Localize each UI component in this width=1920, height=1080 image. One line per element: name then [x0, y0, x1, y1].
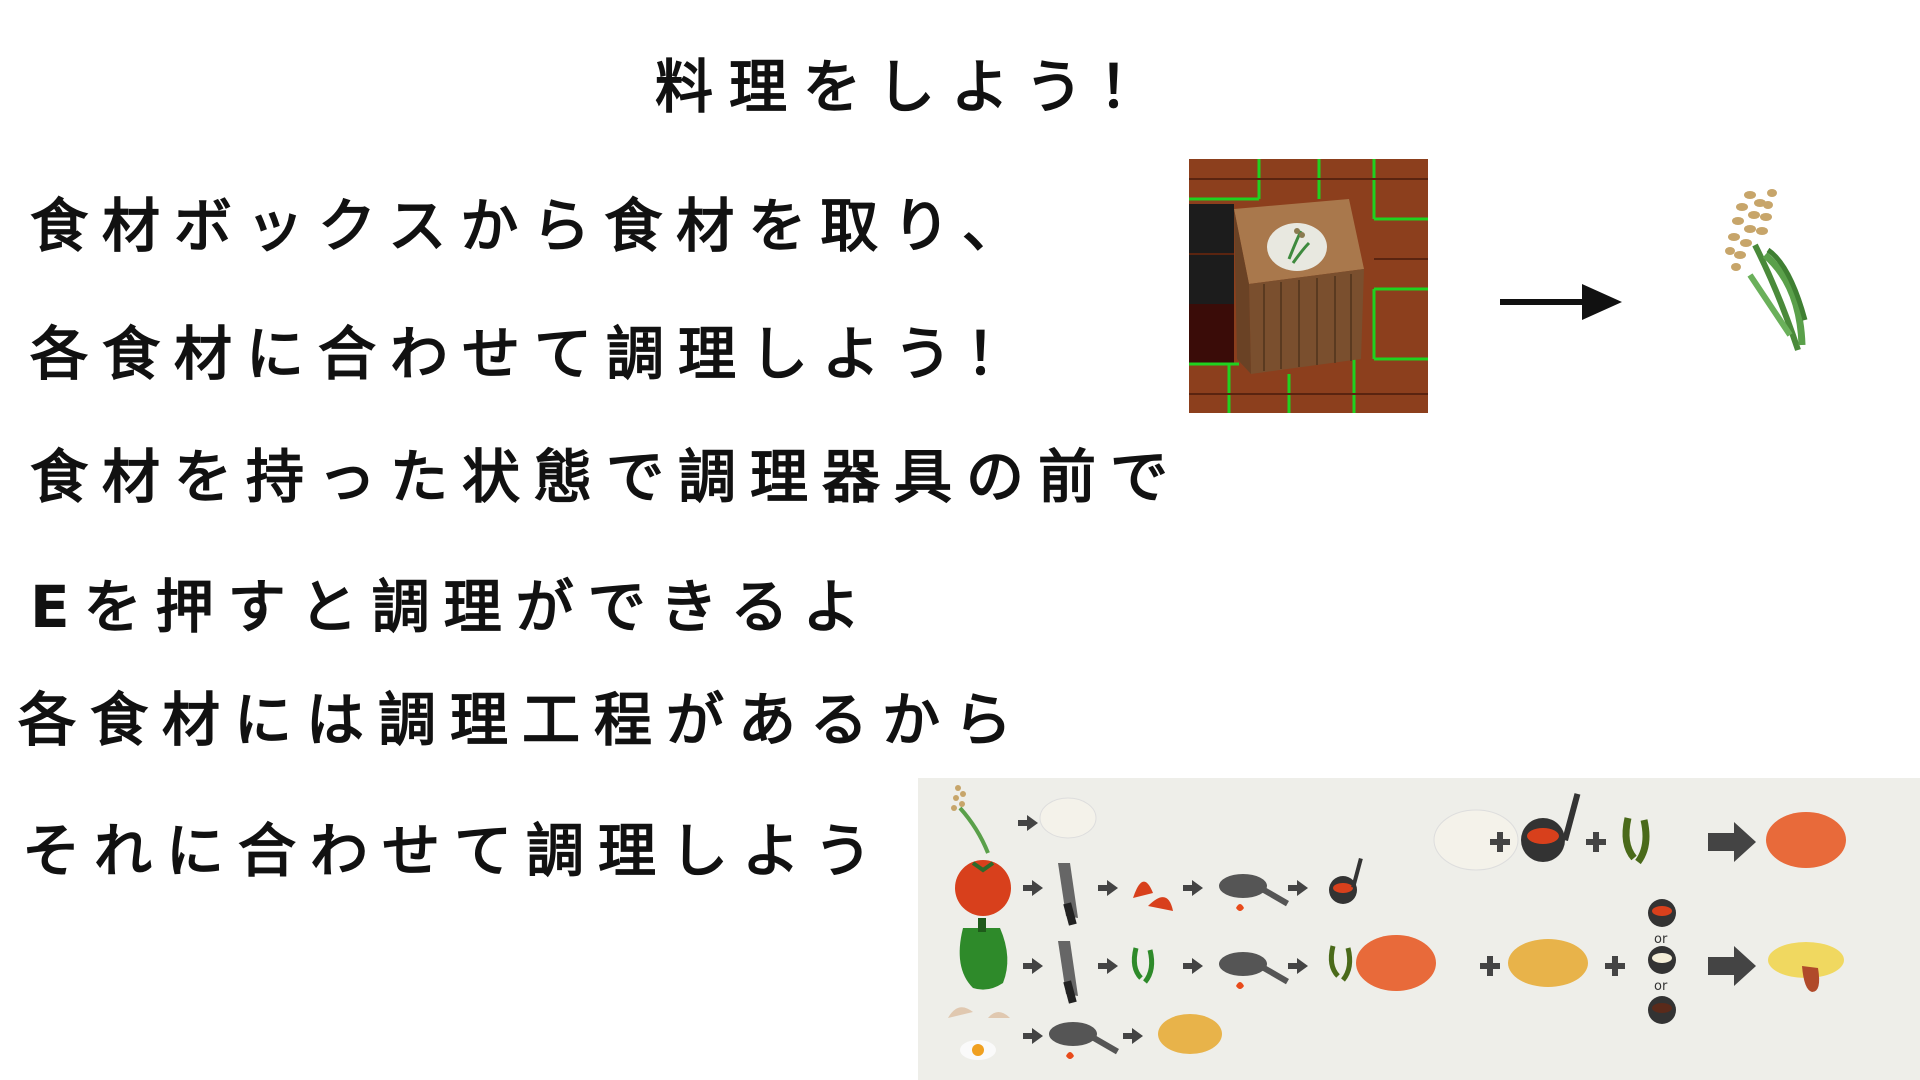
- egg-icon: [948, 1007, 1010, 1060]
- frying-pan-icon: [1219, 952, 1289, 989]
- arrow-right-icon: [1500, 278, 1622, 332]
- cooked-pepper-icon: [1328, 945, 1353, 982]
- page-title: 料理をしよう！: [655, 53, 1174, 121]
- recipe-panel: or or: [918, 778, 1920, 1080]
- omelette-icon: [1158, 1014, 1222, 1054]
- green-pepper-icon: [959, 918, 1008, 990]
- instruction-line-4: Eを押すと調理ができるよ: [30, 573, 875, 641]
- chicken-rice-icon: [1356, 935, 1436, 991]
- tomato-sauce-icon: [1521, 793, 1581, 862]
- instruction-line-1: 食材ボックスから食材を取り、: [30, 192, 1034, 260]
- omurice-icon: [1768, 942, 1844, 992]
- knife-icon: [1058, 863, 1078, 926]
- rice-plant-icon: [1710, 185, 1820, 359]
- chopped-tomato-icon: [1133, 881, 1173, 911]
- ingredient-box-icon: [1189, 159, 1428, 413]
- chicken-rice-icon: [1766, 812, 1846, 868]
- tomato-icon: [955, 860, 1011, 916]
- omelette-icon: [1508, 939, 1588, 987]
- cooked-rice-icon: [1039, 797, 1097, 839]
- sauce-choice-icon: or or: [1648, 899, 1676, 1024]
- sliced-pepper-icon: [1131, 947, 1155, 984]
- rice-plant-icon: [951, 785, 990, 854]
- instruction-line-3: 食材を持った状態で調理器具の前で: [30, 443, 1183, 511]
- frying-pan-icon: [1219, 874, 1289, 911]
- instruction-line-2: 各食材に合わせて調理しよう！: [30, 320, 1039, 388]
- or-label: or: [1654, 979, 1668, 994]
- instruction-line-6: それに合わせて調理しよう: [22, 817, 887, 885]
- instruction-line-5: 各食材には調理工程があるから: [18, 686, 1027, 754]
- knife-icon: [1058, 941, 1078, 1004]
- or-label: or: [1654, 932, 1668, 947]
- cooked-pepper-icon: [1622, 817, 1650, 865]
- frying-pan-icon: [1049, 1022, 1119, 1059]
- tomato-sauce-icon: [1329, 857, 1363, 904]
